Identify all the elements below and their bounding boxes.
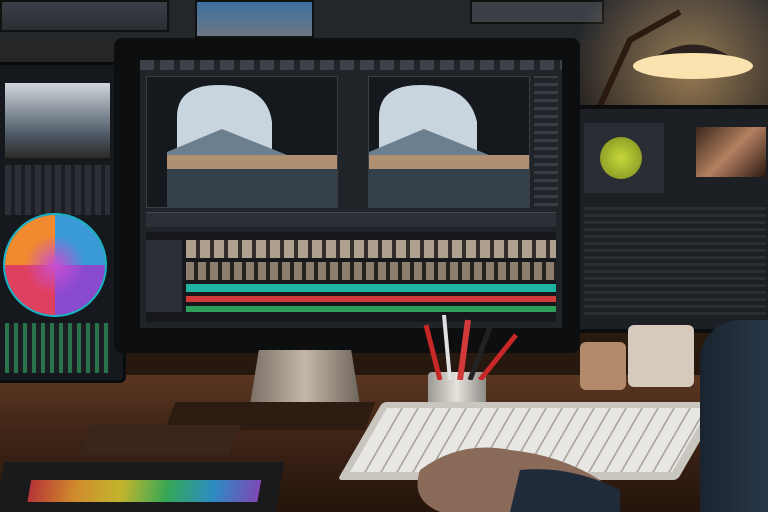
- jar-left: [580, 342, 626, 390]
- jar-right: [628, 325, 694, 387]
- right-monitor-data-grid: [584, 205, 766, 315]
- control-surface: [0, 462, 285, 512]
- editor-menu-bar: [140, 60, 562, 70]
- program-viewer: [368, 76, 530, 208]
- timeline-track-red: [186, 296, 556, 302]
- desk-box-2: [79, 425, 241, 455]
- person-sleeve: [700, 320, 768, 512]
- background-monitor-left: [0, 0, 169, 32]
- source-viewer: [146, 76, 338, 208]
- photo-scene: [0, 0, 768, 512]
- timeline-track-video-2: [186, 262, 556, 280]
- tablet-preview-image: [5, 83, 110, 158]
- hand: [417, 447, 620, 512]
- transport-bar: [146, 212, 556, 227]
- main-monitor-screen: [140, 60, 562, 328]
- color-wheel: [3, 213, 107, 317]
- right-monitor-scope-panel: [584, 123, 664, 193]
- right-monitor: [568, 105, 768, 333]
- editor-side-panel: [534, 76, 558, 206]
- control-surface-pads: [27, 480, 262, 502]
- timeline-track-headers: [146, 240, 182, 312]
- viewer-image-right: [369, 77, 529, 207]
- timeline-track-video-1: [186, 240, 556, 258]
- right-monitor-preview: [696, 127, 766, 177]
- viewer-image-left: [147, 77, 337, 207]
- pens: [423, 314, 518, 380]
- desk-lamp: [595, 9, 753, 110]
- background-monitor-center: [195, 0, 314, 38]
- tablet-toolbar: [5, 165, 110, 215]
- tablet-controls: [5, 323, 110, 373]
- scope-circle: [600, 137, 642, 179]
- monitor-stand: [250, 350, 360, 405]
- left-tablet: [0, 62, 126, 383]
- timeline-track-teal: [186, 284, 556, 292]
